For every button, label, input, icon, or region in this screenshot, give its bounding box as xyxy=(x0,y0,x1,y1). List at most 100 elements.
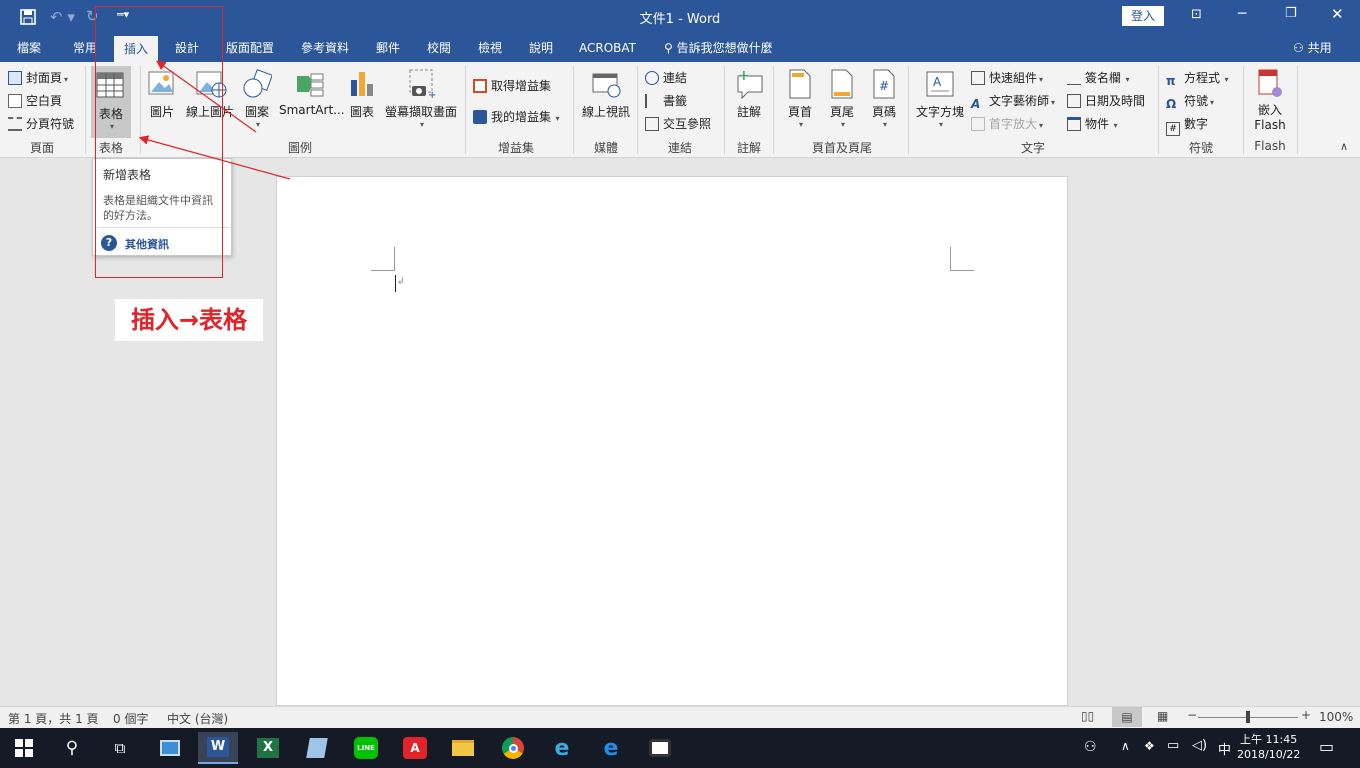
chevron-down-icon: ▾ xyxy=(882,120,887,129)
number-button[interactable]: # 數字 xyxy=(1166,114,1209,136)
taskbar-chrome-icon[interactable] xyxy=(493,732,533,764)
web-layout-icon[interactable]: ▦ xyxy=(1157,709,1168,723)
date-time-button[interactable]: 日期及時間 xyxy=(1067,91,1145,111)
taskbar-folder-icon[interactable] xyxy=(443,732,483,764)
taskbar-acrobat-icon[interactable]: A xyxy=(395,732,435,764)
close-icon[interactable]: ✕ xyxy=(1331,5,1344,23)
task-view-icon[interactable]: ⧉ xyxy=(100,732,140,764)
clock-time[interactable]: 上午 11:45 xyxy=(1240,731,1297,747)
taskbar-line-icon[interactable]: LINE xyxy=(346,732,386,764)
page-number-label: 頁碼 xyxy=(871,105,896,119)
blank-page-button[interactable]: 空白頁 xyxy=(8,91,62,111)
wordart-button[interactable]: A 文字藝術師 ▾ xyxy=(971,91,1055,111)
zoom-out-icon[interactable]: − xyxy=(1187,708,1197,722)
taskbar-ie-icon[interactable]: e xyxy=(542,732,582,764)
network-icon[interactable]: ▭ xyxy=(1167,738,1179,753)
group-label-comments: 註解 xyxy=(736,141,762,155)
tab-references[interactable]: 參考資料 xyxy=(301,36,349,62)
page-break-button[interactable]: 分頁符號 xyxy=(8,114,74,134)
taskbar-edge-icon[interactable]: e xyxy=(591,732,631,764)
svg-text:A: A xyxy=(933,75,942,89)
save-icon[interactable] xyxy=(20,9,36,25)
zoom-in-icon[interactable]: + xyxy=(1301,708,1311,722)
footer-button[interactable]: 頁尾 ▾ xyxy=(825,68,859,129)
collapse-ribbon-icon[interactable]: ∧ xyxy=(1340,140,1348,153)
header-icon xyxy=(789,69,811,99)
word-count[interactable]: 0 個字 xyxy=(113,710,148,727)
quick-parts-button[interactable]: 快速組件 ▾ xyxy=(971,68,1043,88)
people-icon[interactable]: ⚇ xyxy=(1084,739,1097,755)
tab-acrobat[interactable]: ACROBAT xyxy=(579,36,636,62)
taskbar-excel-icon[interactable]: X xyxy=(248,732,288,764)
taskbar-capture-icon[interactable] xyxy=(640,732,680,764)
windows-taskbar: ⚲ ⧉ W X LINE A e e ⚇ ∧ ❖ ▭ ◁) 中 上午 11:45… xyxy=(0,728,1360,768)
chart-button[interactable]: 圖表 xyxy=(347,68,377,120)
read-mode-icon[interactable]: ▯▯ xyxy=(1081,709,1094,723)
textbox-button[interactable]: A 文字方塊 ▾ xyxy=(914,68,966,129)
shapes-button[interactable]: 圖案 ▾ xyxy=(242,68,272,129)
lightbulb-icon: ⚲ xyxy=(664,41,677,55)
smartart-button[interactable]: SmartArt... xyxy=(279,68,345,117)
tab-file[interactable]: 檔案 xyxy=(17,36,41,62)
start-button[interactable] xyxy=(4,732,44,764)
page-number-icon: # xyxy=(873,69,895,99)
share-button[interactable]: ⚇ 共用 xyxy=(1293,36,1332,62)
ribbon-display-icon[interactable]: ⊡ xyxy=(1191,7,1202,22)
tab-mailings[interactable]: 郵件 xyxy=(376,36,400,62)
print-layout-icon[interactable]: ▤ xyxy=(1112,707,1142,727)
signature-line-button[interactable]: 簽名欄 ▾ xyxy=(1067,68,1130,88)
bookmark-button[interactable]: 書籤 xyxy=(645,91,687,111)
taskbar-notepad-icon[interactable] xyxy=(297,732,337,764)
page-break-icon xyxy=(8,117,22,131)
tell-me-box[interactable]: ⚲ 告訴我您想做什麼 xyxy=(664,36,773,62)
tab-layout[interactable]: 版面配置 xyxy=(226,36,274,62)
minimize-icon[interactable]: ─ xyxy=(1238,6,1246,22)
get-addins-button[interactable]: 取得增益集 xyxy=(473,76,551,96)
chart-icon xyxy=(351,72,373,96)
group-label-pages: 頁面 xyxy=(29,141,55,155)
separator xyxy=(724,66,725,154)
tab-help[interactable]: 說明 xyxy=(529,36,553,62)
header-button[interactable]: 頁首 ▾ xyxy=(783,68,817,129)
cover-page-button[interactable]: 封面頁 ▾ xyxy=(8,68,68,88)
search-icon[interactable]: ⚲ xyxy=(52,732,92,764)
document-page[interactable]: ↲ xyxy=(276,176,1068,706)
flash-icon xyxy=(1258,69,1282,97)
page-number-button[interactable]: # 頁碼 ▾ xyxy=(867,68,901,129)
show-hidden-icons-icon[interactable]: ∧ xyxy=(1121,739,1130,753)
volume-icon[interactable]: ◁) xyxy=(1192,738,1207,753)
undo-icon[interactable]: ↶ ▾ xyxy=(50,8,75,26)
zoom-slider-thumb[interactable] xyxy=(1246,711,1250,723)
group-label-illustrations: 圖例 xyxy=(287,141,313,155)
taskbar-word-icon[interactable]: W xyxy=(198,732,238,764)
tab-review[interactable]: 校閱 xyxy=(427,36,451,62)
signin-button[interactable]: 登入 xyxy=(1122,6,1164,26)
dropbox-icon[interactable]: ❖ xyxy=(1144,739,1155,753)
cross-reference-button[interactable]: 交互參照 xyxy=(645,114,711,134)
tab-home[interactable]: 常用 xyxy=(73,36,97,62)
group-label-text: 文字 xyxy=(1020,141,1046,155)
page-count[interactable]: 第 1 頁，共 1 頁 xyxy=(8,710,99,727)
screenshot-button[interactable]: + 螢幕擷取畫面 ▾ xyxy=(384,68,458,129)
header-label: 頁首 xyxy=(787,105,812,119)
embed-flash-button[interactable]: 嵌入 Flash xyxy=(1250,68,1290,132)
link-button[interactable]: 連結 xyxy=(645,68,687,88)
comment-button[interactable]: + 註解 xyxy=(731,68,767,120)
number-label: 數字 xyxy=(1184,117,1209,131)
notification-icon[interactable]: ▭ xyxy=(1319,737,1334,756)
equation-button[interactable]: π 方程式 ▾ xyxy=(1166,68,1229,88)
clock-date[interactable]: 2018/10/22 xyxy=(1237,748,1300,761)
taskbar-app-explorer-icon[interactable] xyxy=(150,732,190,764)
ime-indicator[interactable]: 中 xyxy=(1218,739,1231,758)
footer-icon xyxy=(831,69,853,99)
tab-view[interactable]: 檢視 xyxy=(478,36,502,62)
my-addins-button[interactable]: 我的增益集 ▾ xyxy=(473,107,560,127)
restore-icon[interactable]: ❐ xyxy=(1285,6,1297,21)
symbol-button[interactable]: Ω 符號 ▾ xyxy=(1166,91,1214,111)
online-video-button[interactable]: 線上視訊 xyxy=(580,68,632,120)
object-button[interactable]: 物件 ▾ xyxy=(1067,114,1118,134)
language-status[interactable]: 中文 (台灣) xyxy=(167,710,228,727)
cross-reference-icon xyxy=(645,117,659,131)
zoom-level[interactable]: 100% xyxy=(1319,710,1353,724)
drop-cap-button[interactable]: 首字放大 ▾ xyxy=(971,114,1043,134)
